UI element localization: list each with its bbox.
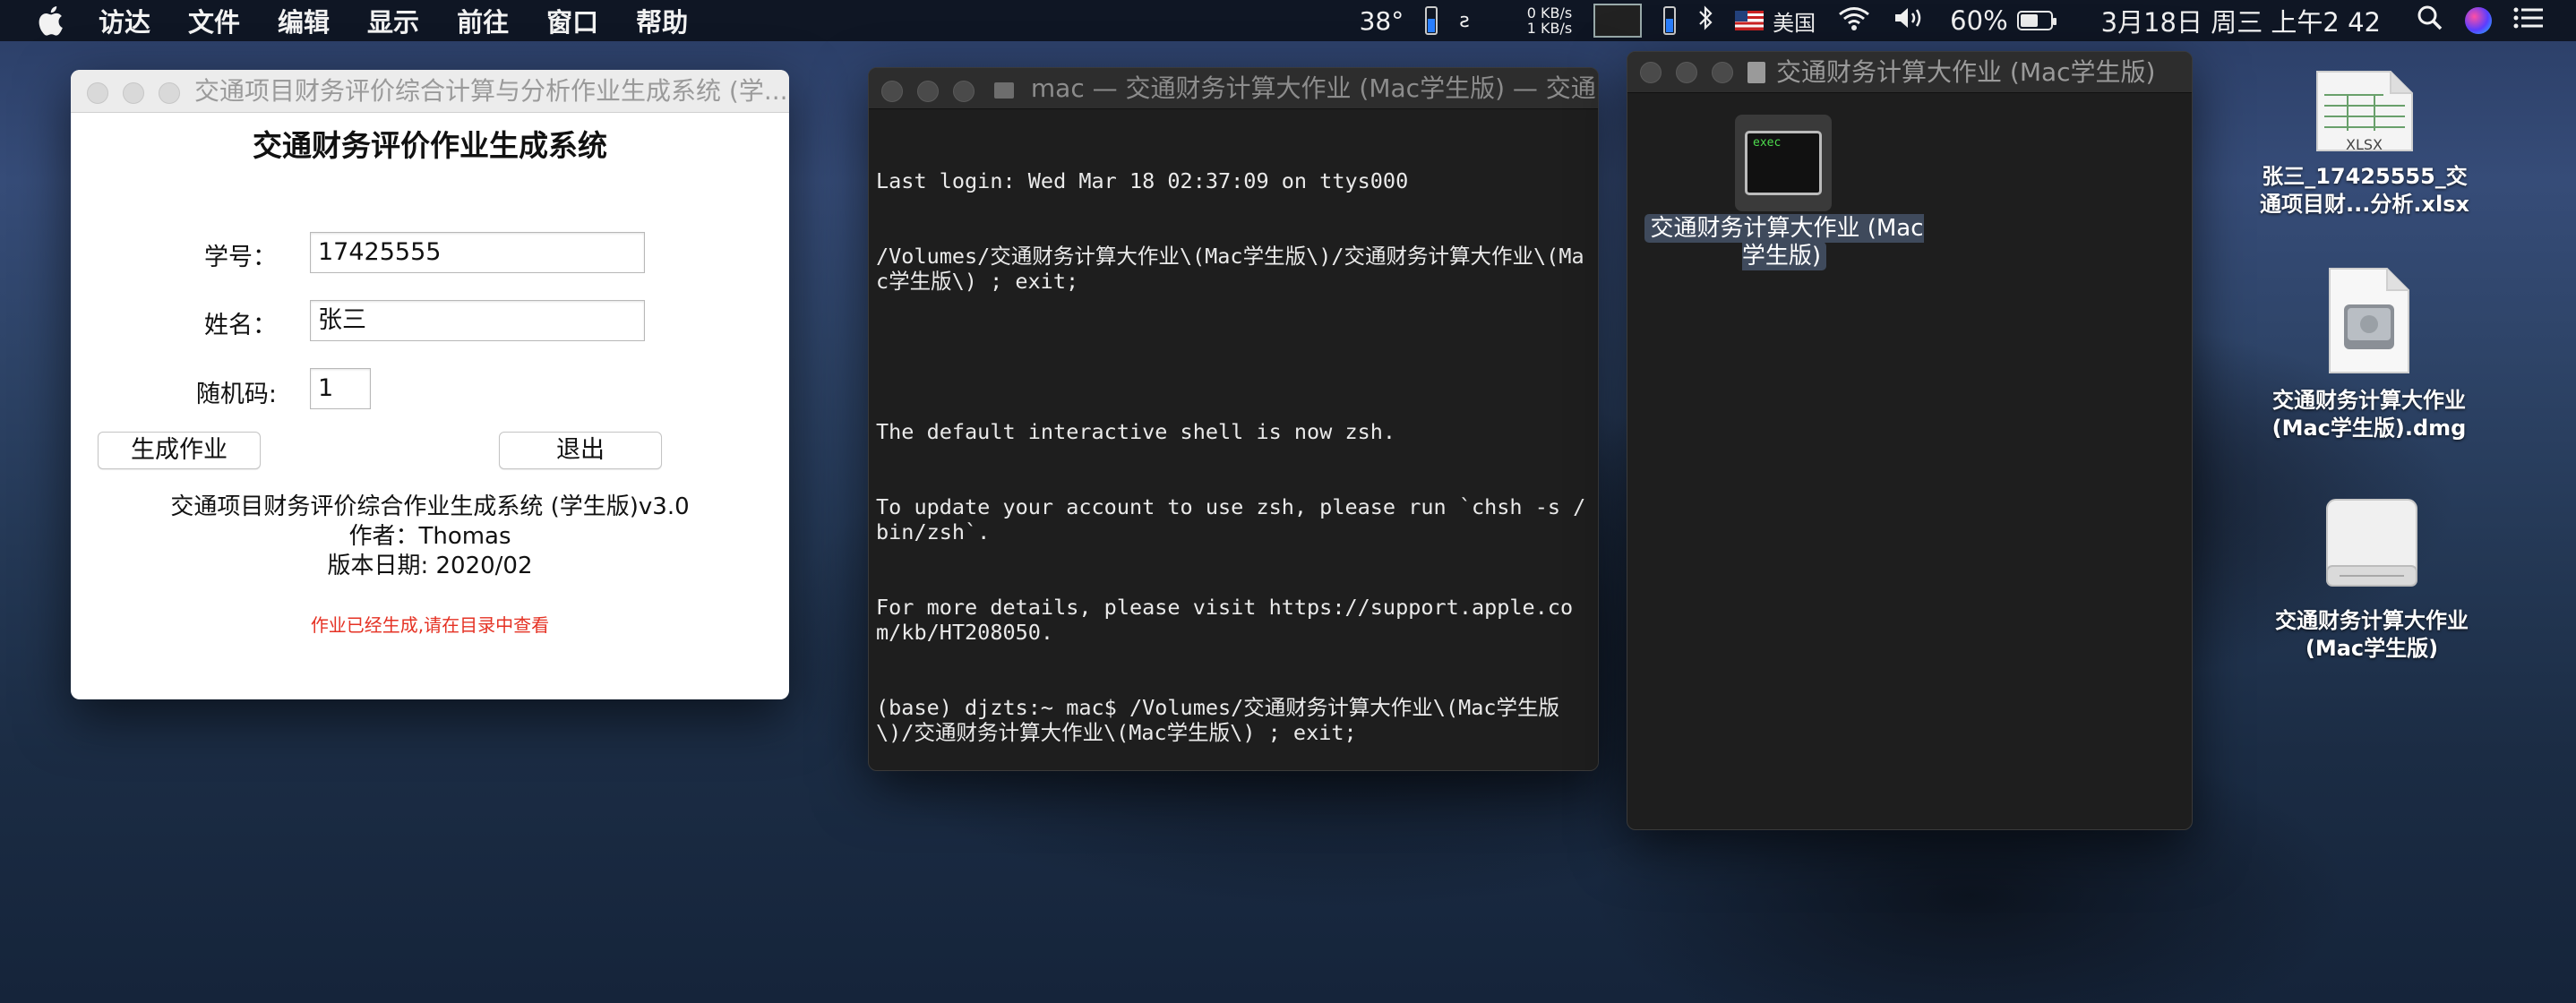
external-disk-icon <box>2322 491 2422 598</box>
cpu-graph-icon[interactable] <box>1593 4 1643 38</box>
menu-edit[interactable]: 编辑 <box>278 2 330 39</box>
battery-icon[interactable] <box>2016 11 2057 30</box>
generate-assignment-button[interactable]: 生成作业 <box>98 432 261 469</box>
fan-icon[interactable]: ƨ <box>1459 10 1469 32</box>
folder-icon <box>994 82 1014 99</box>
menu-bar: 访达 文件 编辑 显示 前往 窗口 帮助 38° ƨ 0 KB/s 1 KB/s… <box>0 0 2576 41</box>
finder-window: 交通财务计算大作业 (Mac学生版) exec 交通财务计算大作业 (Mac学生… <box>1627 51 2193 830</box>
spotlight-search-icon[interactable] <box>2417 4 2443 38</box>
menu-go[interactable]: 前往 <box>457 2 509 39</box>
random-code-label: 随机码: <box>195 381 277 408</box>
random-code-input[interactable]: 1 <box>310 368 371 409</box>
student-id-input[interactable]: 17425555 <box>310 232 645 273</box>
terminal-line: (base) djzts:~ mac$ /Volumes/交通财务计算大作业\(… <box>876 695 1560 745</box>
memory-gauge-icon[interactable] <box>1663 6 1677 35</box>
zoom-button[interactable] <box>159 82 180 104</box>
zoom-button[interactable] <box>1712 62 1733 83</box>
disk-image-icon <box>1747 62 1765 83</box>
clock[interactable]: 3月18日 周三 上午2 42 <box>2101 2 2381 39</box>
terminal-window: mac — 交通财务计算大作业 (Mac学生版) — 交通... Last lo… <box>868 67 1599 771</box>
xlsx-file-icon: XLSX <box>2312 68 2417 154</box>
exec-file-name: 交通财务计算大作业 (Mac学生版) <box>1644 214 1924 270</box>
siri-icon[interactable] <box>2465 7 2492 34</box>
temperature-reading[interactable]: 38° <box>1360 6 1404 36</box>
xlsx-file-label: 张三_17425555_交通项目财...分析.xlsx <box>2260 164 2469 217</box>
desktop-xlsx-file[interactable]: XLSX 张三_17425555_交通项目财...分析.xlsx <box>2257 68 2472 219</box>
input-source-menu[interactable]: 美国 <box>1735 5 1816 37</box>
exec-icon-label: exec <box>1745 131 1822 195</box>
terminal-line: /Volumes/交通财务计算大作业\(Mac学生版\)/交通财务计算大作业\(… <box>876 244 1584 294</box>
dmg-file-label: 交通财务计算大作业(Mac学生版).dmg <box>2271 388 2467 441</box>
desktop-dmg-file[interactable]: 交通财务计算大作业(Mac学生版).dmg <box>2257 265 2481 442</box>
us-flag-icon <box>1735 11 1765 30</box>
window-titlebar[interactable]: 交通财务计算大作业 (Mac学生版) <box>1627 52 2192 93</box>
window-titlebar[interactable]: mac — 交通财务计算大作业 (Mac学生版) — 交通... <box>869 68 1598 109</box>
name-input[interactable]: 张三 <box>310 300 645 341</box>
status-message: 作业已经生成,请在目录中查看 <box>310 614 550 636</box>
network-upload: 0 KB/s <box>1526 4 1573 21</box>
window-title: 交通财务计算大作业 (Mac学生版) <box>1776 57 2156 87</box>
window-titlebar[interactable]: 交通项目财务评价综合计算与分析作业生成系统 (学... <box>71 70 789 113</box>
name-label: 姓名： <box>204 312 277 339</box>
menu-file[interactable]: 文件 <box>188 2 240 39</box>
close-button[interactable] <box>881 81 903 102</box>
minimize-button[interactable] <box>1676 62 1697 83</box>
release-date-info: 版本日期: 2020/02 <box>327 553 533 579</box>
notification-center-icon[interactable] <box>2513 5 2544 36</box>
volume-icon[interactable] <box>1893 4 1928 38</box>
bluetooth-icon[interactable] <box>1697 4 1713 38</box>
menu-finder[interactable]: 访达 <box>99 2 150 39</box>
menu-window[interactable]: 窗口 <box>546 2 598 39</box>
dmg-file-icon <box>2326 265 2412 376</box>
apple-menu-icon[interactable] <box>32 3 68 39</box>
exec-file-icon[interactable]: exec <box>1735 115 1832 211</box>
generator-app-window: 交通项目财务评价综合计算与分析作业生成系统 (学... 交通财务评价作业生成系统… <box>71 70 789 699</box>
app-heading: 交通财务评价作业生成系统 <box>253 128 607 163</box>
exec-file-label[interactable]: 交通财务计算大作业 (Mac学生版) <box>1636 214 1932 270</box>
wifi-icon[interactable] <box>1837 4 1871 38</box>
desktop-mounted-volume[interactable]: 交通财务计算大作业(Mac学生版) <box>2257 491 2486 663</box>
zoom-button[interactable] <box>953 81 975 102</box>
terminal-line: To update your account to use zsh, pleas… <box>876 494 1586 544</box>
version-info: 交通项目财务评价综合作业生成系统 (学生版)v3.0 <box>170 493 690 520</box>
terminal-line: For more details, please visit https://s… <box>876 595 1574 645</box>
terminal-line: The default interactive shell is now zsh… <box>876 419 1396 444</box>
close-button[interactable] <box>87 82 108 104</box>
author-info: 作者：Thomas <box>348 523 511 550</box>
menu-help[interactable]: 帮助 <box>636 2 688 39</box>
close-button[interactable] <box>1640 62 1662 83</box>
student-id-label: 学号： <box>204 244 277 271</box>
network-download: 1 KB/s <box>1526 20 1573 37</box>
volume-label: 交通财务计算大作业(Mac学生版) <box>2275 608 2469 661</box>
terminal-line: Last login: Wed Mar 18 02:37:09 on ttys0… <box>876 168 1409 193</box>
battery-percent[interactable]: 60% <box>1950 5 2007 36</box>
ssd-gauge-icon[interactable] <box>1425 6 1438 35</box>
exit-button[interactable]: 退出 <box>499 432 662 469</box>
xlsx-badge: XLSX <box>2346 136 2383 153</box>
network-stats[interactable]: 0 KB/s 1 KB/s <box>1527 5 1572 36</box>
minimize-button[interactable] <box>917 81 939 102</box>
input-source-label: 美国 <box>1773 10 1816 36</box>
terminal-output[interactable]: Last login: Wed Mar 18 02:37:09 on ttys0… <box>869 109 1598 770</box>
window-title: 交通项目财务评价综合计算与分析作业生成系统 (学... <box>194 76 788 106</box>
minimize-button[interactable] <box>123 82 144 104</box>
window-title: mac — 交通财务计算大作业 (Mac学生版) — 交通... <box>1030 73 1598 103</box>
menu-view[interactable]: 显示 <box>367 2 419 39</box>
